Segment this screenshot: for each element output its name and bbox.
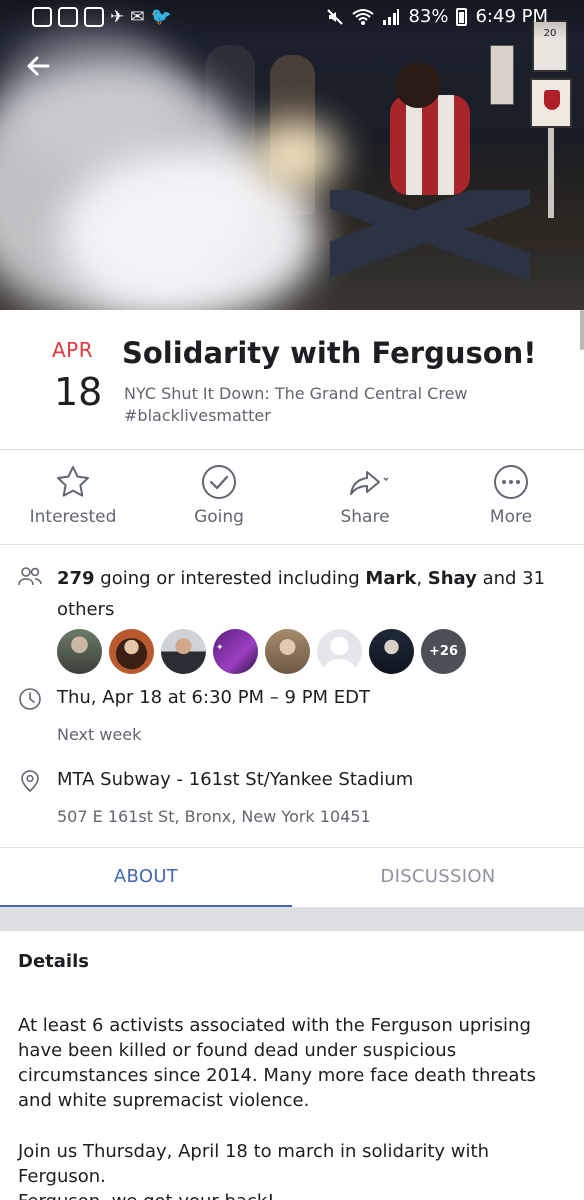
route-sign (530, 78, 572, 128)
battery-icon (456, 7, 468, 26)
event-action-bar: Interested Going Share More (0, 450, 584, 545)
avatar[interactable] (265, 629, 310, 674)
going-label: Going (194, 507, 244, 527)
details-paragraph: At least 6 activists associated with the… (18, 1015, 536, 1111)
avatar[interactable]: ✦ (213, 629, 258, 674)
event-tabs: ABOUT DISCUSSION (0, 847, 584, 908)
event-host-link[interactable]: NYC Shut It Down: The Grand Central Crew (124, 384, 468, 403)
wifi-icon (352, 8, 375, 25)
twitter-bird-icon: 🐦 (150, 7, 172, 27)
app-notification-icon (32, 7, 52, 27)
system-indicators: 83% 6:49 PM (326, 6, 548, 27)
avatar[interactable] (369, 629, 414, 674)
details-section: Details At least 6 activists associated … (0, 931, 584, 1200)
share-button[interactable]: Share (292, 450, 438, 544)
signal-icon (383, 8, 400, 25)
guest-friend-1[interactable]: Mark (365, 568, 416, 589)
section-divider (0, 907, 584, 931)
event-location-address[interactable]: 507 E 161st St, Bronx, New York 10451 (57, 807, 371, 826)
notification-icons: ✈ ✉ 🐦 (32, 7, 172, 27)
share-arrow-icon (350, 471, 389, 495)
more-guests-badge[interactable]: +26 (421, 629, 466, 674)
event-month: APR (52, 338, 94, 362)
app-notification-icon (58, 7, 78, 27)
avatar[interactable] (109, 629, 154, 674)
event-relative-time: Next week (57, 725, 142, 744)
status-bar: ✈ ✉ 🐦 83% 6:49 PM (0, 0, 584, 34)
event-title: Solidarity with Ferguson! (122, 336, 537, 370)
guest-summary[interactable]: 279 going or interested including Mark, … (57, 563, 557, 625)
event-info: 279 going or interested including Mark, … (0, 545, 584, 845)
tab-about[interactable]: ABOUT (0, 848, 292, 908)
event-header: APR 18 Solidarity with Ferguson! NYC Shu… (0, 310, 584, 450)
event-time[interactable]: Thu, Apr 18 at 6:30 PM – 9 PM EDT (57, 687, 370, 708)
more-button[interactable]: More (438, 450, 584, 544)
street-sign (490, 45, 514, 105)
avatar[interactable] (161, 629, 206, 674)
clock-icon (19, 688, 41, 710)
more-dots-icon (494, 465, 528, 499)
more-label: More (489, 507, 533, 527)
guest-friend-2[interactable]: Shay (428, 568, 477, 589)
avatar-logo-icon: ✦ (216, 643, 224, 653)
share-label: Share (340, 507, 390, 527)
guest-count: 279 (57, 568, 95, 589)
back-arrow-icon[interactable] (24, 52, 56, 84)
guest-text: going or interested including (94, 568, 366, 589)
avatar[interactable] (57, 629, 102, 674)
protester-flag-shirt (390, 95, 470, 195)
protester-head (395, 62, 441, 108)
clock: 6:49 PM (475, 6, 548, 27)
gmail-icon: ✉ (130, 7, 145, 27)
going-button[interactable]: Going (146, 450, 292, 544)
people-icon (18, 567, 42, 586)
event-day: 18 (54, 370, 103, 414)
battery-percent: 83% (408, 6, 449, 27)
location-pin-icon (21, 770, 39, 793)
guest-avatars: ✦ +26 (57, 629, 466, 674)
airplane-icon: ✈ (110, 7, 125, 27)
details-heading: Details (18, 951, 89, 972)
details-paragraph: Ferguson, we got your back! (18, 1189, 568, 1200)
default-avatar-icon (323, 637, 356, 674)
event-cover-photo[interactable]: 20 (0, 0, 584, 310)
event-location-name[interactable]: MTA Subway - 161st St/Yankee Stadium (57, 769, 413, 790)
flare-light (250, 120, 340, 190)
app-notification-icon (84, 7, 104, 27)
mute-icon (327, 8, 344, 25)
route-shield-icon (544, 90, 560, 110)
tab-discussion[interactable]: DISCUSSION (292, 848, 584, 907)
event-hashtag[interactable]: #blacklivesmatter (124, 406, 271, 425)
interested-label: Interested (29, 507, 117, 527)
protester-legs (330, 190, 530, 285)
guest-separator: , (416, 568, 428, 589)
star-icon (57, 466, 89, 497)
details-paragraph: Join us Thursday, April 18 to march in s… (18, 1141, 489, 1187)
check-circle-icon (202, 465, 236, 499)
sign-pole (548, 128, 554, 218)
interested-button[interactable]: Interested (0, 450, 146, 544)
avatar-placeholder[interactable] (317, 629, 362, 674)
scrollbar[interactable] (580, 310, 584, 350)
